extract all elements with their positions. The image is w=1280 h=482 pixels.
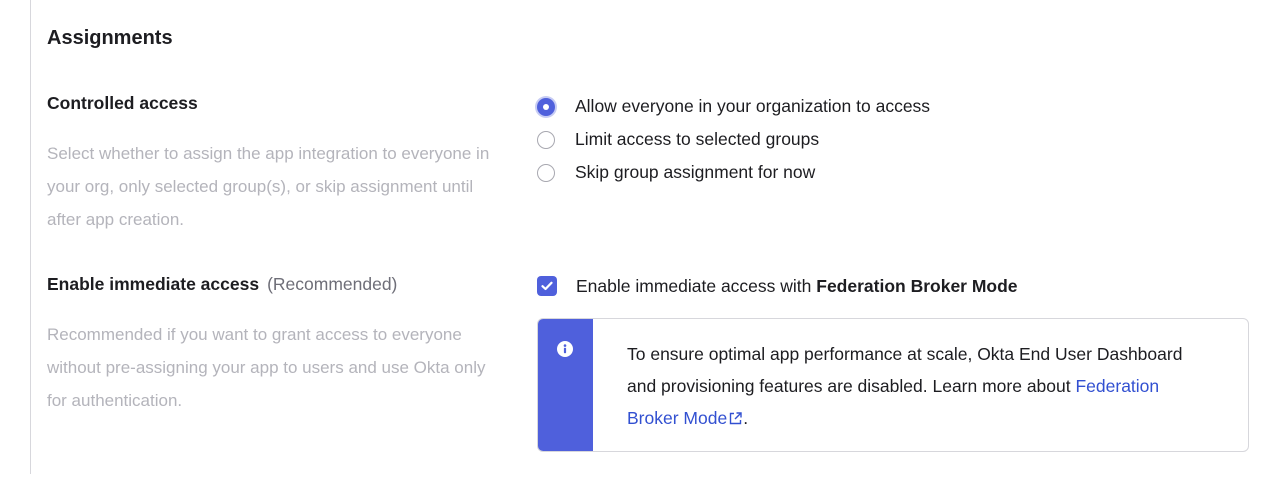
external-link-icon [729,412,742,425]
immediate-access-checkbox-row[interactable]: Enable immediate access with Federation … [537,272,1018,300]
radio-option-limit-groups[interactable]: Limit access to selected groups [537,123,930,156]
callout-text: To ensure optimal app performance at sca… [593,319,1207,451]
immediate-access-checkbox[interactable] [537,276,557,296]
immediate-access-checkbox-label: Enable immediate access with Federation … [576,276,1018,297]
radio-label-allow-everyone: Allow everyone in your organization to a… [575,96,931,116]
radio-label-limit-groups: Limit access to selected groups [575,129,820,149]
info-icon [557,341,573,357]
radio-button-allow-everyone[interactable] [537,97,555,116]
radio-option-skip-assignment[interactable]: Skip group assignment for now [537,156,930,189]
immediate-access-label: Enable immediate access (Recommended) [47,274,397,295]
controlled-access-label: Controlled access [47,93,198,113]
radio-label-skip-assignment: Skip group assignment for now [575,162,816,182]
immediate-access-description: Recommended if you want to grant access … [47,325,486,410]
checkmark-icon [541,281,553,291]
callout-text-end: . [743,408,749,428]
radio-button-skip-assignment[interactable] [537,163,555,182]
section-divider [30,0,31,474]
federation-broker-info-callout: To ensure optimal app performance at sca… [537,318,1249,452]
checkbox-label-prefix: Enable immediate access with [576,275,817,296]
immediate-access-title: Enable immediate access [47,274,260,294]
recommended-note: (Recommended) [267,274,398,294]
radio-option-allow-everyone[interactable]: Allow everyone in your organization to a… [537,90,930,123]
radio-button-limit-groups[interactable] [537,130,555,149]
callout-accent-bar [538,319,593,451]
controlled-access-description: Select whether to assign the app integra… [47,144,490,229]
checkbox-label-bold: Federation Broker Mode [816,275,1018,296]
section-title: Assignments [47,27,173,49]
controlled-access-radio-group: Allow everyone in your organization to a… [537,90,930,189]
